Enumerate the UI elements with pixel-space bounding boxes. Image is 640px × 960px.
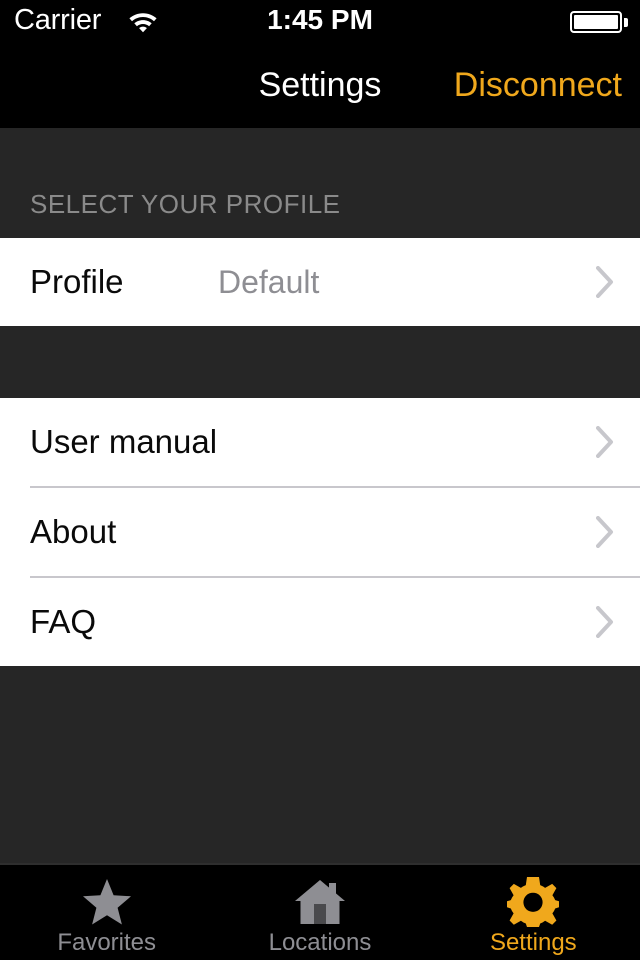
row-title: User manual [30,423,218,460]
row-title: About [30,513,117,550]
row-faq[interactable]: FAQ [0,578,640,666]
section-header-label: SELECT YOUR PROFILE [30,189,341,219]
home-icon [293,877,347,927]
tab-label: Favorites [57,929,157,956]
tab-bar: Favorites Locations Settings [0,863,640,960]
tab-label: Locations [268,929,372,956]
star-icon [81,877,133,927]
row-title: FAQ [30,603,97,640]
tab-favorites[interactable]: Favorites [0,865,213,960]
list-empty-area [0,666,640,871]
settings-list: SELECT YOUR PROFILE Profile Default User… [0,128,640,871]
settings-group-info: User manual About FAQ [0,398,640,666]
chevron-right-icon [596,516,614,548]
tab-label: Settings [489,929,577,956]
tab-settings[interactable]: Settings [427,865,640,960]
app-screen: Carrier 1:45 PM Settings Disconnect SELE… [0,0,640,960]
settings-group-profile: Profile Default [0,238,640,326]
gear-icon [506,877,560,927]
battery-full-icon [570,11,622,33]
row-about[interactable]: About [0,488,640,576]
section-gap [0,326,640,398]
chevron-right-icon [596,606,614,638]
row-title: Profile [30,263,124,300]
row-profile[interactable]: Profile Default [0,238,640,326]
disconnect-button[interactable]: Disconnect [454,66,622,104]
row-user-manual[interactable]: User manual [0,398,640,486]
status-bar: Carrier 1:45 PM [0,0,640,40]
chevron-right-icon [596,266,614,298]
section-header-profile: SELECT YOUR PROFILE [0,128,640,238]
row-value: Default [218,264,320,300]
navigation-bar: Settings Disconnect [0,40,640,128]
battery-cap [624,18,628,27]
chevron-right-icon [596,426,614,458]
tab-locations[interactable]: Locations [213,865,426,960]
clock-label: 1:45 PM [267,4,373,35]
